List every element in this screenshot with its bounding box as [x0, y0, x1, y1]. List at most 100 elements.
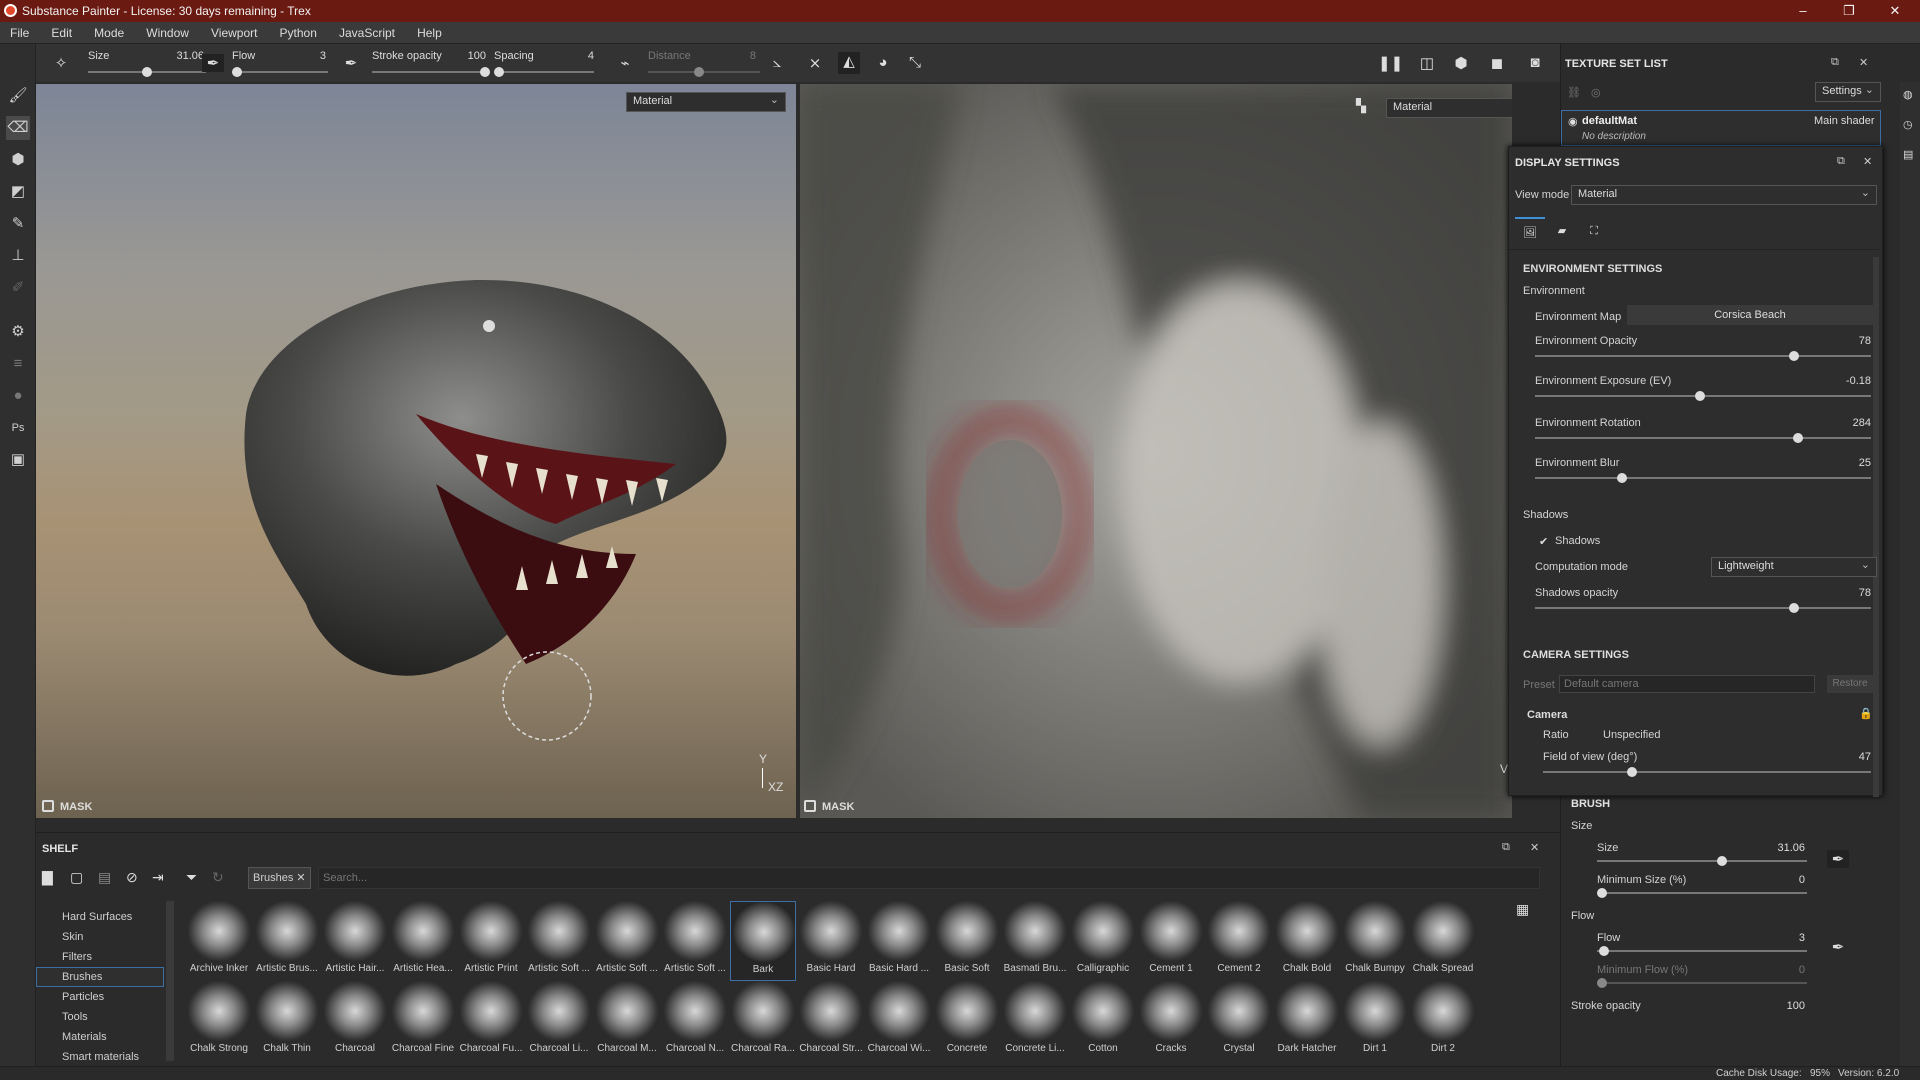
category-hard-surfaces[interactable]: Hard Surfaces — [62, 911, 132, 923]
photoshop-icon[interactable]: Ps — [6, 416, 30, 440]
env-blur-value[interactable]: 25 — [1819, 457, 1871, 469]
spacing-slider[interactable] — [494, 67, 594, 77]
brush-flow-value[interactable]: 3 — [1761, 932, 1805, 944]
category-smart-materials[interactable]: Smart materials — [62, 1051, 139, 1063]
stroke-opacity-slider[interactable] — [372, 67, 490, 77]
brush-preset-item[interactable]: Artistic Soft ... — [594, 901, 660, 981]
hide-icon[interactable]: ⊘ — [126, 869, 138, 886]
brush-preset-item[interactable]: Charcoal Fu... — [458, 981, 524, 1061]
new-folder-icon[interactable]: ▢ — [70, 869, 83, 886]
menu-javascript[interactable]: JavaScript — [329, 22, 404, 40]
library-icon[interactable]: ▤ — [98, 869, 111, 886]
link-icon[interactable]: ⛓ — [1567, 86, 1581, 99]
brush-preset-item[interactable]: Charcoal Wi... — [866, 981, 932, 1061]
camera-orbit-icon[interactable]: ◕ — [872, 54, 894, 71]
env-opacity-value[interactable]: 78 — [1819, 335, 1871, 347]
brush-preset-item[interactable]: Concrete Li... — [1002, 981, 1068, 1061]
shadow-opacity-slider[interactable] — [1535, 603, 1871, 613]
brush-preset-item[interactable]: Basic Hard ... — [866, 901, 932, 981]
environment-tab-icon[interactable]: 🖼 — [1515, 217, 1545, 247]
undock-icon[interactable]: ⧉ — [1831, 56, 1839, 69]
menu-mode[interactable]: Mode — [84, 22, 133, 40]
bake-icon[interactable]: ≡ — [6, 352, 30, 376]
brush-flow-pressure-icon[interactable]: ✒ — [1827, 938, 1849, 956]
brush-min-flow-value[interactable]: 0 — [1761, 964, 1805, 976]
screenshot-camera-icon[interactable]: ◙ — [1524, 54, 1546, 71]
fov-slider[interactable] — [1543, 767, 1871, 777]
brush-preset-item[interactable]: Artistic Hair... — [322, 901, 388, 981]
brush-min-size-value[interactable]: 0 — [1761, 874, 1805, 886]
brush-preset-item[interactable]: Charcoal Ra... — [730, 981, 796, 1061]
pause-icon[interactable]: ❚❚ — [1378, 54, 1403, 72]
alignment-icon[interactable]: ⦣ — [766, 54, 788, 71]
env-blur-slider[interactable] — [1535, 473, 1871, 483]
menu-help[interactable]: Help — [407, 22, 451, 40]
brush-preset-item[interactable]: Basic Soft — [934, 901, 1000, 981]
menu-python[interactable]: Python — [270, 22, 326, 40]
history-icon[interactable]: ◷ — [1903, 118, 1913, 131]
split-view-icon[interactable]: ◫ — [1416, 54, 1438, 72]
display-settings-icon[interactable]: ◍ — [1903, 88, 1913, 101]
preset-field[interactable]: Default camera — [1559, 675, 1815, 693]
size-slider[interactable] — [88, 67, 206, 77]
maximize-icon[interactable]: ❐ — [1826, 0, 1872, 22]
category-tools[interactable]: Tools — [62, 1011, 88, 1023]
refresh-icon[interactable]: ↻ — [212, 869, 224, 886]
category-materials[interactable]: Materials — [62, 1031, 107, 1043]
folder-icon[interactable]: ▇ — [42, 869, 53, 886]
camera-icon[interactable]: ◼ — [1486, 54, 1508, 72]
brush-preset-item[interactable]: Charcoal M... — [594, 981, 660, 1061]
distance-slider[interactable] — [648, 67, 760, 77]
brush-min-size-slider[interactable] — [1597, 888, 1807, 898]
shelf-undock-icon[interactable]: ⧉ — [1502, 841, 1510, 854]
brush-preset-item[interactable]: Charcoal N... — [662, 981, 728, 1061]
viewport-left-mode-select[interactable]: Material — [626, 92, 786, 112]
category-skin[interactable]: Skin — [62, 931, 83, 943]
brush-preset-item[interactable]: Chalk Strong — [186, 981, 252, 1061]
brush-preset-item[interactable]: Chalk Bumpy — [1342, 901, 1408, 981]
paint-brush-icon[interactable]: 🖌 — [6, 84, 30, 108]
log-icon[interactable]: ▤ — [1903, 148, 1913, 161]
brush-preset-icon[interactable]: ✧ — [50, 54, 72, 72]
brush-preset-item[interactable]: Artistic Soft ... — [662, 901, 728, 981]
brush-min-flow-slider[interactable] — [1597, 978, 1807, 988]
2d-viewport[interactable]: ▚ Material V MASK — [800, 84, 1512, 818]
brush-preset-item[interactable]: Basmati Bru... — [1002, 901, 1068, 981]
env-opacity-slider[interactable] — [1535, 351, 1871, 361]
grid-layout-icon[interactable]: ▦ — [1516, 901, 1529, 918]
brush-preset-item[interactable]: Cement 1 — [1138, 901, 1204, 981]
symmetry-off-icon[interactable]: ⨯ — [804, 54, 826, 72]
settings-icon[interactable]: ⚙ — [6, 320, 30, 344]
stroke-opacity-value[interactable]: 100 — [456, 50, 486, 62]
visibility-icon[interactable]: ◎ — [1591, 86, 1601, 99]
brush-preset-item[interactable]: Basic Hard — [798, 901, 864, 981]
shadow-opacity-value[interactable]: 78 — [1819, 587, 1871, 599]
brush-preset-item[interactable]: Cotton — [1070, 981, 1136, 1061]
texture-set-row[interactable]: ◉ defaultMat Main shader No description — [1561, 110, 1881, 146]
menu-edit[interactable]: Edit — [41, 22, 81, 40]
close-window-icon[interactable]: ✕ — [1872, 0, 1918, 22]
brush-preset-item[interactable]: Charcoal — [322, 981, 388, 1061]
screenshot-icon[interactable]: ▣ — [6, 448, 30, 472]
brush-preset-item[interactable]: Artistic Soft ... — [526, 901, 592, 981]
viewport-right-mode-select[interactable]: Material — [1386, 98, 1512, 118]
brush-size-slider[interactable] — [1597, 856, 1807, 866]
env-exposure-value[interactable]: -0.18 — [1819, 375, 1871, 387]
env-rotation-value[interactable]: 284 — [1819, 417, 1871, 429]
brush-preset-item[interactable]: Dirt 1 — [1342, 981, 1408, 1061]
flow-pen-pressure-icon[interactable]: ✒ — [340, 54, 362, 72]
brush-preset-item[interactable]: Archive Inker — [186, 901, 252, 981]
flow-slider[interactable] — [232, 67, 328, 77]
clone-stamp-icon[interactable]: ⊥ — [6, 244, 30, 268]
brush-preset-item[interactable]: Concrete — [934, 981, 1000, 1061]
texture-set-visibility-icon[interactable]: ◉ — [1568, 115, 1578, 128]
size-value[interactable]: 31.06 — [156, 50, 204, 62]
projection-icon[interactable]: ⬢ — [6, 148, 30, 172]
shelf-search-input[interactable] — [318, 867, 1540, 889]
shelf-close-icon[interactable]: ✕ — [1530, 841, 1539, 854]
computation-mode-select[interactable]: Lightweight — [1711, 557, 1877, 577]
lazy-mouse-icon[interactable]: ⌁ — [614, 54, 636, 72]
mask-toggle-right[interactable]: MASK — [804, 800, 854, 813]
grid-view-icon[interactable]: ▚ — [1356, 98, 1366, 114]
flow-value[interactable]: 3 — [296, 50, 326, 62]
